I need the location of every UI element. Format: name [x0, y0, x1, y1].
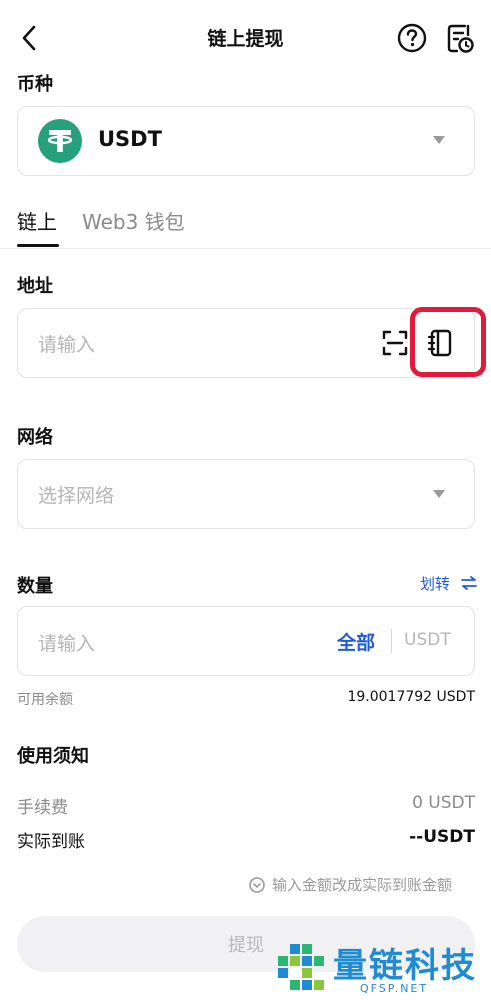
chevron-down-icon	[433, 136, 445, 144]
watermark-logo	[272, 942, 328, 998]
hint-text: 输入金额改成实际到账金额	[272, 876, 453, 894]
currency-label: 币种	[17, 74, 53, 95]
currency-selector[interactable]	[17, 106, 475, 176]
switch-icon	[249, 876, 265, 893]
chevron-down-icon	[433, 490, 445, 498]
swap-icon	[460, 576, 477, 590]
fee-label: 手续费	[17, 798, 68, 818]
tab-web3-wallet[interactable]: Web3 钱包	[82, 206, 185, 235]
divider	[391, 629, 392, 653]
address-label: 地址	[17, 276, 53, 297]
currency-value: USDT	[98, 127, 162, 151]
all-button[interactable]: 全部	[337, 628, 375, 655]
watermark-text: 量链科技	[333, 946, 477, 986]
actual-label: 实际到账	[17, 832, 85, 852]
tab-active-indicator	[17, 244, 59, 247]
tab-onchain[interactable]: 链上	[17, 206, 57, 235]
amount-mode-toggle[interactable]: 输入金额改成实际到账金额	[248, 874, 452, 895]
network-placeholder: 选择网络	[38, 485, 115, 507]
history-button[interactable]	[444, 21, 476, 55]
help-button[interactable]	[396, 22, 428, 54]
scan-button[interactable]	[381, 329, 409, 357]
transfer-link[interactable]: 划转	[420, 573, 477, 594]
network-label: 网络	[17, 427, 53, 448]
usdt-coin-icon	[38, 119, 82, 163]
actual-value: --USDT	[409, 827, 475, 847]
record-clock-icon	[447, 24, 474, 53]
question-circle-icon	[397, 23, 427, 53]
highlight-box	[410, 307, 486, 377]
available-value: 19.0017792 USDT	[347, 689, 475, 705]
watermark-sub: QFSP.NET	[360, 982, 429, 995]
withdraw-label: 提现	[228, 935, 264, 956]
address-placeholder: 请输入	[38, 334, 96, 356]
fee-value: 0 USDT	[412, 793, 475, 813]
notice-title: 使用须知	[17, 746, 89, 767]
transfer-label: 划转	[420, 575, 451, 593]
tab-divider	[0, 248, 491, 249]
scan-icon	[382, 330, 408, 356]
quantity-unit: USDT	[404, 630, 451, 650]
available-label: 可用余额	[17, 692, 73, 708]
quantity-placeholder: 请输入	[38, 633, 96, 655]
quantity-label: 数量	[17, 576, 53, 597]
